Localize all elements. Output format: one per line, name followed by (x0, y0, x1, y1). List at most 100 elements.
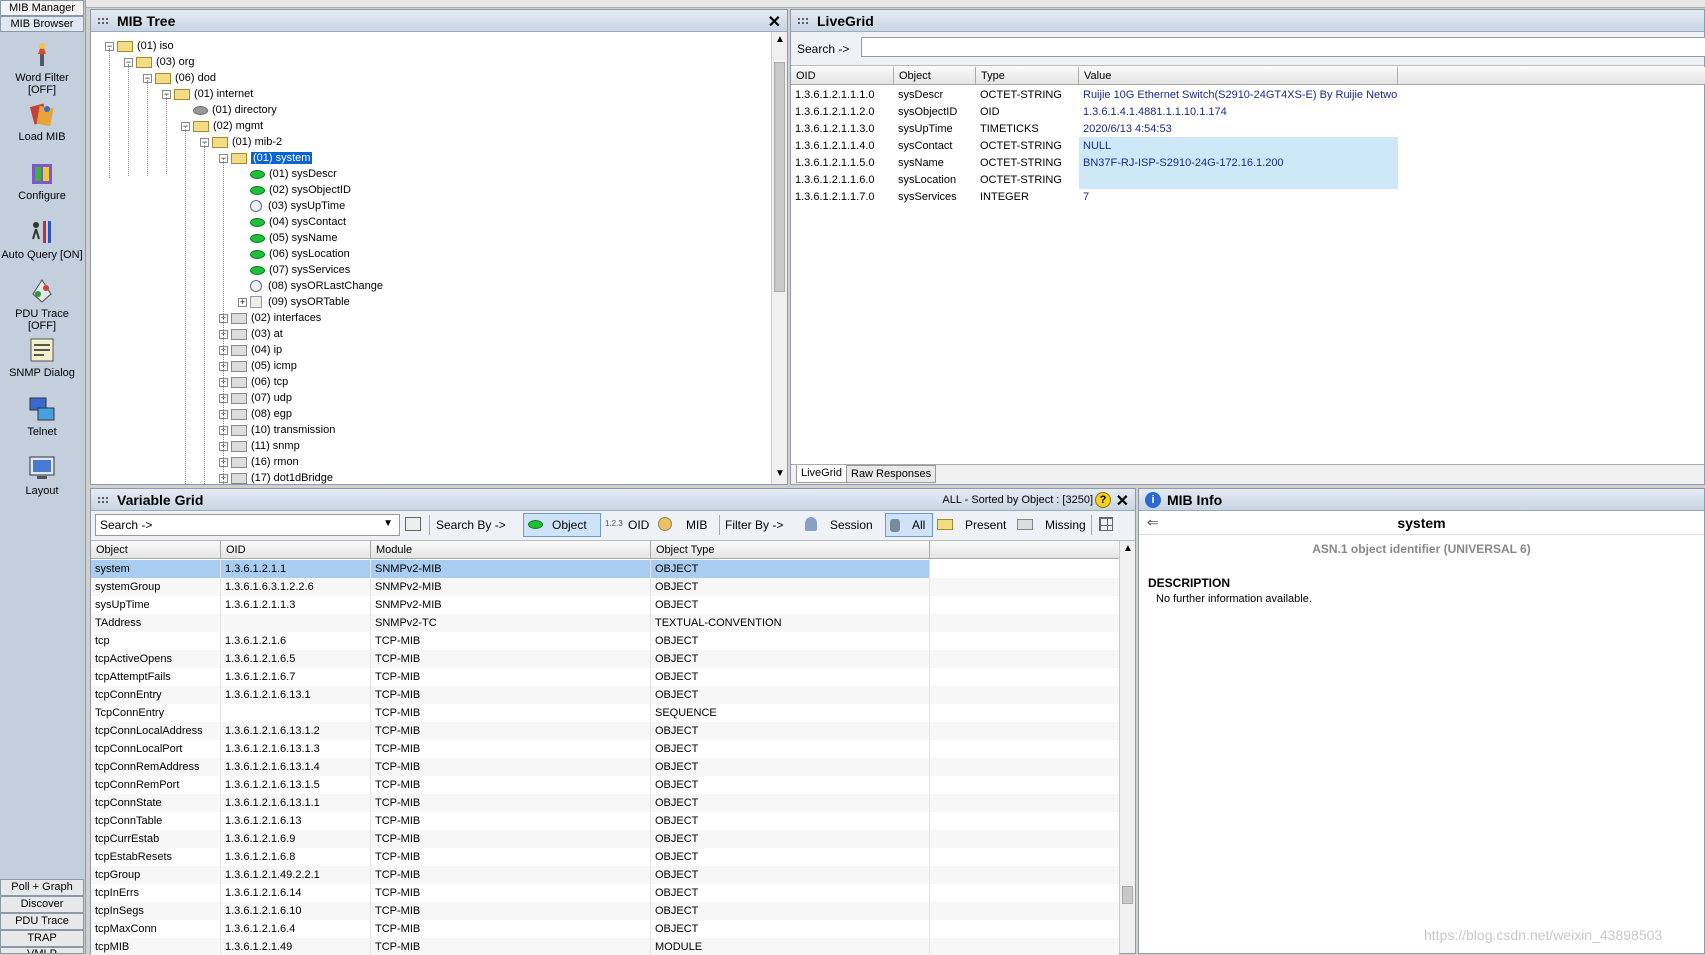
tree-node[interactable]: − (01) system (219, 150, 313, 166)
table-row[interactable]: TAddress SNMPv2-TC TEXTUAL-CONVENTION (91, 614, 1119, 632)
tree-node[interactable]: − (03) org (124, 54, 195, 70)
table-row[interactable]: tcpConnLocalAddress 1.3.6.1.2.1.6.13.1.2 T… (91, 722, 1119, 740)
grip-icon[interactable] (97, 17, 109, 25)
snmp-dialog-button[interactable]: SNMP Dialog (0, 335, 84, 379)
scroll-up-icon[interactable]: ▲ (1123, 543, 1133, 554)
filter-present-button[interactable]: Present (965, 513, 1006, 537)
livegrid-cell[interactable]: OCTET-STRING (976, 154, 1079, 172)
mib-browser-button[interactable]: MIB Browser (0, 16, 84, 32)
auto-query-button[interactable]: Auto Query [ON] (0, 217, 84, 261)
tab-raw-responses[interactable]: Raw Responses (846, 465, 937, 483)
tree-node[interactable]: + (07) udp (219, 390, 292, 406)
filter-missing-button[interactable]: Missing (1045, 513, 1086, 537)
livegrid-header-type[interactable]: Type (976, 67, 1079, 85)
livegrid-cell[interactable]: sysServices (894, 188, 976, 206)
livegrid-cell[interactable]: OCTET-STRING (976, 86, 1079, 104)
table-row[interactable]: tcpConnEntry 1.3.6.1.2.1.6.13.1 TCP-MIB OBJ… (91, 686, 1119, 704)
search-by-oid-button[interactable]: OID (628, 513, 649, 537)
livegrid-cell[interactable]: INTEGER (976, 188, 1079, 206)
tree-node[interactable]: (01) sysDescr (238, 166, 337, 182)
livegrid-cell[interactable]: sysUpTime (894, 120, 976, 138)
tab-livegrid[interactable]: LiveGrid (796, 465, 847, 483)
table-row[interactable]: systemGroup 1.3.6.1.6.3.1.2.2.6 SNMPv2-MIB… (91, 578, 1119, 596)
table-row[interactable]: tcpGroup 1.3.6.1.2.1.49.2.2.1 TCP-MIB OBJEC… (91, 866, 1119, 884)
livegrid-cell[interactable]: sysContact (894, 137, 976, 155)
livegrid-cell[interactable]: 1.3.6.1.2.1.1.4.0 (791, 137, 894, 155)
livegrid-cell[interactable]: BN37F-RJ-ISP-S2910-24G-172.16.1.200 (1079, 154, 1398, 172)
mib-manager-button[interactable]: MIB Manager (0, 0, 84, 16)
livegrid-header-object[interactable]: Object (894, 67, 976, 85)
tree-node[interactable]: (06) sysLocation (238, 246, 350, 262)
livegrid-cell[interactable]: sysName (894, 154, 976, 172)
table-row[interactable]: tcpConnLocalPort 1.3.6.1.2.1.6.13.1.3 TCP-… (91, 740, 1119, 758)
help-icon[interactable]: ? (1095, 492, 1111, 508)
tree-node[interactable]: − (01) iso (105, 38, 174, 54)
tree-node[interactable]: + (05) icmp (219, 358, 297, 374)
expand-icon[interactable]: + (238, 297, 247, 307)
livegrid-cell[interactable]: TIMETICKS (976, 120, 1079, 138)
table-row[interactable]: tcpMaxConn 1.3.6.1.2.1.6.4 TCP-MIB OBJECT (91, 920, 1119, 938)
livegrid-cell[interactable]: OCTET-STRING (976, 137, 1079, 155)
table-row[interactable]: tcpConnState 1.3.6.1.2.1.6.13.1.1 TCP-MIB O… (91, 794, 1119, 812)
pdu-trace-button[interactable]: PDU Trace (0, 913, 84, 930)
tree-node[interactable]: + (08) egp (219, 406, 292, 422)
variable-scrollbar[interactable]: ▲ (1119, 541, 1135, 953)
vargrid-header-module[interactable]: Module (371, 541, 651, 559)
book-icon[interactable] (405, 517, 421, 531)
close-icon[interactable]: ✕ (1116, 491, 1129, 513)
livegrid-cell[interactable]: 1.3.6.1.2.1.1.5.0 (791, 154, 894, 172)
table-row[interactable]: tcpActiveOpens 1.3.6.1.2.1.6.5 TCP-MIB OBJE… (91, 650, 1119, 668)
table-row[interactable]: sysUpTime 1.3.6.1.2.1.1.3 SNMPv2-MIB OBJECT (91, 596, 1119, 614)
table-row[interactable]: tcpCurrEstab 1.3.6.1.2.1.6.9 TCP-MIB OBJECT (91, 830, 1119, 848)
vargrid-header-oid[interactable]: OID (221, 541, 371, 559)
tree-node[interactable]: (02) sysObjectID (238, 182, 351, 198)
scroll-up-icon[interactable]: ▲ (775, 34, 785, 45)
table-row[interactable]: tcpInErrs 1.3.6.1.2.1.6.14 TCP-MIB OBJECT (91, 884, 1119, 902)
tree-node[interactable]: + (10) transmission (219, 422, 335, 438)
livegrid-cell[interactable]: 1.3.6.1.2.1.1.7.0 (791, 188, 894, 206)
livegrid-cell[interactable]: Ruijie 10G Ethernet Switch(S2910-24GT4XS… (1079, 86, 1398, 104)
livegrid-cell[interactable]: sysDescr (894, 86, 976, 104)
livegrid-cell[interactable]: 2020/6/13 4:54:53 (1079, 120, 1398, 138)
close-icon[interactable]: ✕ (768, 12, 781, 34)
tree-node[interactable]: (04) sysContact (238, 214, 346, 230)
scroll-thumb[interactable] (1122, 886, 1133, 904)
tree-node[interactable]: + (16) rmon (219, 454, 299, 470)
table-row[interactable]: TcpConnEntry TCP-MIB SEQUENCE (91, 704, 1119, 722)
tree-node[interactable]: (07) sysServices (238, 262, 350, 278)
configure-button[interactable]: Configure (0, 158, 84, 202)
tree-scrollbar[interactable]: ▲ ▼ (771, 32, 787, 484)
livegrid-cell[interactable]: 1.3.6.1.2.1.1.3.0 (791, 120, 894, 138)
tree-node[interactable]: (03) sysUpTime (238, 198, 345, 214)
livegrid-search-input[interactable] (861, 37, 1705, 57)
livegrid-cell[interactable]: 7 (1079, 188, 1398, 206)
livegrid-cell[interactable]: OCTET-STRING (976, 171, 1079, 189)
filter-session-button[interactable]: Session (830, 513, 873, 537)
poll-graph-button[interactable]: Poll + Graph (0, 879, 84, 896)
table-row[interactable]: tcpInSegs 1.3.6.1.2.1.6.10 TCP-MIB OBJECT (91, 902, 1119, 920)
tree-node[interactable]: + (09) sysORTable (238, 294, 350, 310)
livegrid-header-oid[interactable]: OID (791, 67, 894, 85)
livegrid-cell[interactable]: sysObjectID (894, 103, 976, 121)
livegrid-cell[interactable]: 1.3.6.1.2.1.1.6.0 (791, 171, 894, 189)
tree-node[interactable]: − (06) dod (143, 70, 216, 86)
tree-node[interactable]: + (04) ip (219, 342, 282, 358)
tree-node[interactable]: + (02) interfaces (219, 310, 321, 326)
telnet-button[interactable]: Telnet (0, 394, 84, 438)
table-row[interactable]: tcp 1.3.6.1.2.1.6 TCP-MIB OBJECT (91, 632, 1119, 650)
filter-all-button[interactable]: All (885, 513, 933, 537)
tree-node[interactable]: + (11) snmp (219, 438, 300, 454)
livegrid-cell[interactable]: 1.3.6.1.2.1.1.2.0 (791, 103, 894, 121)
trap-button[interactable]: TRAP (0, 930, 84, 947)
grid-view-icon[interactable] (1099, 517, 1113, 531)
variable-search-input[interactable]: Search -> ▼ (95, 514, 400, 536)
livegrid-cell[interactable]: 1.3.6.1.2.1.1.1.0 (791, 86, 894, 104)
search-by-mib-button[interactable]: MIB (686, 513, 707, 537)
livegrid-cell[interactable]: 1.3.6.1.4.1.4881.1.1.10.1.174 (1079, 103, 1398, 121)
pdu-trace-tool-button[interactable]: PDU Trace [OFF] (0, 276, 84, 332)
tree-node[interactable]: (05) sysName (238, 230, 337, 246)
grip-icon[interactable] (797, 17, 809, 25)
grip-icon[interactable] (97, 496, 109, 504)
scroll-thumb[interactable] (774, 62, 785, 292)
chevron-down-icon[interactable]: ▼ (383, 518, 393, 529)
